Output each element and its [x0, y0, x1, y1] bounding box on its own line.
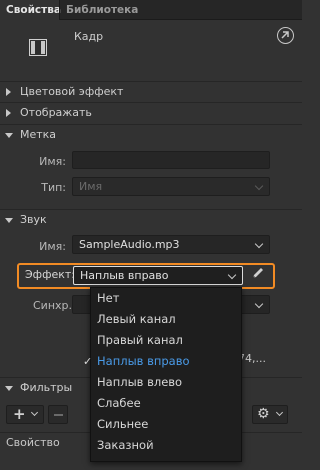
- section-display[interactable]: Отображать: [0, 102, 302, 122]
- option-fade-in[interactable]: Сильнее: [91, 414, 241, 435]
- option-custom[interactable]: Заказной: [91, 435, 241, 456]
- label-type-value: Имя: [79, 180, 103, 193]
- sound-info-text: 74,...: [238, 352, 266, 365]
- section-title: Звук: [20, 213, 47, 226]
- option-left-channel[interactable]: Левый канал: [91, 309, 241, 330]
- chevron-down-icon: [254, 239, 264, 249]
- chevron-down-icon: [254, 181, 264, 191]
- sound-name-caption: Имя:: [39, 240, 66, 253]
- chevron-down-icon: [275, 408, 284, 417]
- property-column-header: Свойство: [6, 436, 60, 449]
- minus-icon: [54, 414, 63, 416]
- collapse-icon: [5, 386, 13, 391]
- option-right-channel[interactable]: Правый канал: [91, 330, 241, 351]
- section-title: Фильтры: [20, 381, 73, 394]
- option-fade-out[interactable]: Слабее: [91, 393, 241, 414]
- section-title: Метка: [20, 128, 57, 141]
- label-name-input[interactable]: [72, 151, 270, 169]
- filter-options-button[interactable]: ⚙: [252, 405, 288, 424]
- label-type-caption: Тип:: [41, 181, 66, 194]
- sound-name-dropdown[interactable]: SampleAudio.mp3: [72, 235, 270, 254]
- frame-icon: [29, 39, 47, 56]
- sound-name-value: SampleAudio.mp3: [79, 238, 180, 251]
- collapse-icon: [5, 218, 13, 223]
- gear-icon: ⚙: [257, 406, 270, 422]
- plus-icon: +: [13, 405, 26, 423]
- sound-effect-dropdown[interactable]: Наплыв вправо: [73, 266, 243, 285]
- add-filter-button[interactable]: +: [6, 405, 44, 424]
- effect-options-list: Нет Левый канал Правый канал ✓ Наплыв вп…: [83, 287, 242, 462]
- option-fade-right[interactable]: ✓ Наплыв вправо: [83, 351, 241, 372]
- section-title: Отображать: [20, 106, 92, 119]
- label-type-dropdown: Имя: [72, 177, 270, 196]
- section-sound[interactable]: Звук: [0, 209, 302, 229]
- section-title: Цветовой эффект: [20, 85, 124, 98]
- chevron-down-icon: [227, 270, 237, 280]
- chevron-down-icon: [254, 299, 264, 309]
- option-label: Наплыв вправо: [97, 354, 190, 368]
- tab-properties[interactable]: Свойства: [0, 0, 61, 20]
- remove-filter-button[interactable]: [48, 405, 68, 424]
- go-to-parent-icon[interactable]: [277, 27, 294, 44]
- sound-effect-value: Наплыв вправо: [80, 269, 169, 282]
- edit-envelope-icon[interactable]: [251, 266, 265, 280]
- section-label[interactable]: Метка: [0, 124, 302, 144]
- option-fade-left[interactable]: Наплыв влево: [91, 372, 241, 393]
- section-color-effect[interactable]: Цветовой эффект: [0, 81, 302, 101]
- sound-sync-caption: Синхр.:: [33, 299, 76, 312]
- object-type-label: Кадр: [74, 30, 104, 43]
- checkmark-icon: ✓: [83, 355, 93, 368]
- tab-library[interactable]: Библиотека: [60, 0, 144, 20]
- chevron-down-icon: [30, 408, 39, 417]
- option-none[interactable]: Нет: [91, 288, 241, 309]
- expand-icon: [6, 109, 11, 117]
- sound-effect-caption: Эффект:: [25, 268, 76, 281]
- label-name-caption: Имя:: [39, 155, 66, 168]
- collapse-icon: [5, 133, 13, 138]
- expand-icon: [6, 88, 11, 96]
